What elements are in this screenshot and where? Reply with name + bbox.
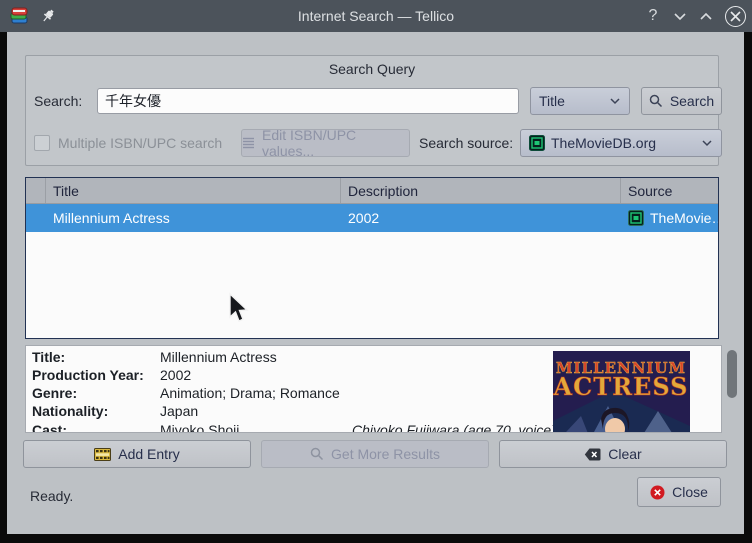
titlebar[interactable]: Internet Search — Tellico (0, 0, 752, 32)
search-button-label: Search (670, 93, 714, 109)
add-entry-button[interactable]: Add Entry (23, 440, 251, 468)
search-input[interactable] (97, 88, 519, 114)
search-label: Search: (34, 93, 82, 109)
tellico-logo-icon (8, 5, 30, 27)
result-title-cell: Millennium Actress (46, 204, 341, 232)
mouse-cursor (227, 292, 251, 329)
details-scrollbar-thumb[interactable] (727, 350, 737, 398)
tellico-window: Internet Search — Tellico (0, 0, 752, 543)
edit-isbn-button-label: Edit ISBN/UPC values... (262, 127, 409, 159)
group-title: Search Query (26, 61, 718, 77)
search-source-value: TheMovieDB.org (551, 135, 656, 151)
multiple-isbn-label: Multiple ISBN/UPC search (58, 135, 222, 151)
poster-title-line2: ACTRESS (553, 372, 688, 401)
clear-label: Clear (608, 446, 641, 462)
table-row-selected[interactable]: Millennium Actress 2002 TheMovie… (26, 204, 718, 232)
themoviedb-icon (628, 210, 644, 226)
multiple-isbn-checkbox[interactable] (34, 135, 50, 151)
backspace-clear-icon (584, 448, 601, 461)
chevron-down-icon (701, 139, 713, 147)
search-icon (310, 447, 324, 461)
results-table[interactable]: Title Description Source Millennium Actr… (25, 177, 719, 339)
status-text: Ready. (30, 488, 73, 504)
detail-value: Miyoko Shoji (160, 422, 239, 433)
column-header-source[interactable]: Source (621, 178, 718, 203)
field-select-value: Title (539, 93, 565, 109)
search-button[interactable]: Search (641, 87, 722, 115)
chevron-down-icon[interactable] (673, 12, 687, 21)
edit-isbn-button[interactable]: Edit ISBN/UPC values... (241, 129, 410, 157)
entry-details-pane: Title:Millennium Actress Production Year… (25, 345, 722, 433)
chevron-up-icon[interactable] (699, 12, 713, 21)
get-more-results-label: Get More Results (331, 446, 440, 462)
add-entry-label: Add Entry (118, 446, 179, 462)
themoviedb-icon (529, 135, 545, 151)
result-description-cell: 2002 (341, 204, 621, 232)
detail-label: Cast: (32, 422, 160, 433)
detail-label: Title: (32, 349, 160, 365)
search-source-label: Search source: (419, 135, 513, 151)
field-select[interactable]: Title (530, 87, 630, 115)
column-header-blank[interactable] (26, 178, 46, 203)
search-source-select[interactable]: TheMovieDB.org (520, 129, 722, 157)
detail-label: Production Year: (32, 367, 160, 383)
help-icon[interactable]: ? (645, 7, 661, 25)
result-source-text: TheMovie… (650, 210, 718, 226)
search-icon (649, 94, 663, 108)
detail-cast-role: Chiyoko Fujiwara (age 70, voice) (352, 422, 556, 433)
pin-icon[interactable] (40, 8, 56, 24)
list-icon (242, 137, 255, 149)
detail-value: 2002 (160, 367, 191, 383)
close-red-icon (650, 485, 665, 500)
column-header-description[interactable]: Description (341, 178, 621, 203)
dialog-body: Search Query Search: Title Search (7, 32, 744, 534)
detail-value: Japan (160, 403, 198, 419)
close-button-label: Close (672, 484, 708, 500)
get-more-results-button[interactable]: Get More Results (261, 440, 489, 468)
detail-value: Millennium Actress (160, 349, 277, 365)
filmstrip-icon (94, 448, 111, 461)
detail-value: Animation; Drama; Romance (160, 385, 340, 401)
detail-label: Nationality: (32, 403, 160, 419)
search-query-group: Search Query Search: Title Search (25, 55, 719, 166)
movie-poster: MILLENNIUM ACTRESS (553, 351, 690, 433)
results-table-header[interactable]: Title Description Source (26, 178, 718, 204)
close-button[interactable]: Close (637, 477, 721, 507)
window-title: Internet Search — Tellico (0, 8, 752, 24)
clear-button[interactable]: Clear (499, 440, 727, 468)
close-window-icon[interactable] (725, 6, 746, 27)
column-header-title[interactable]: Title (46, 178, 341, 203)
result-source-cell: TheMovie… (621, 204, 718, 232)
detail-label: Genre: (32, 385, 160, 401)
chevron-down-icon (609, 97, 621, 105)
